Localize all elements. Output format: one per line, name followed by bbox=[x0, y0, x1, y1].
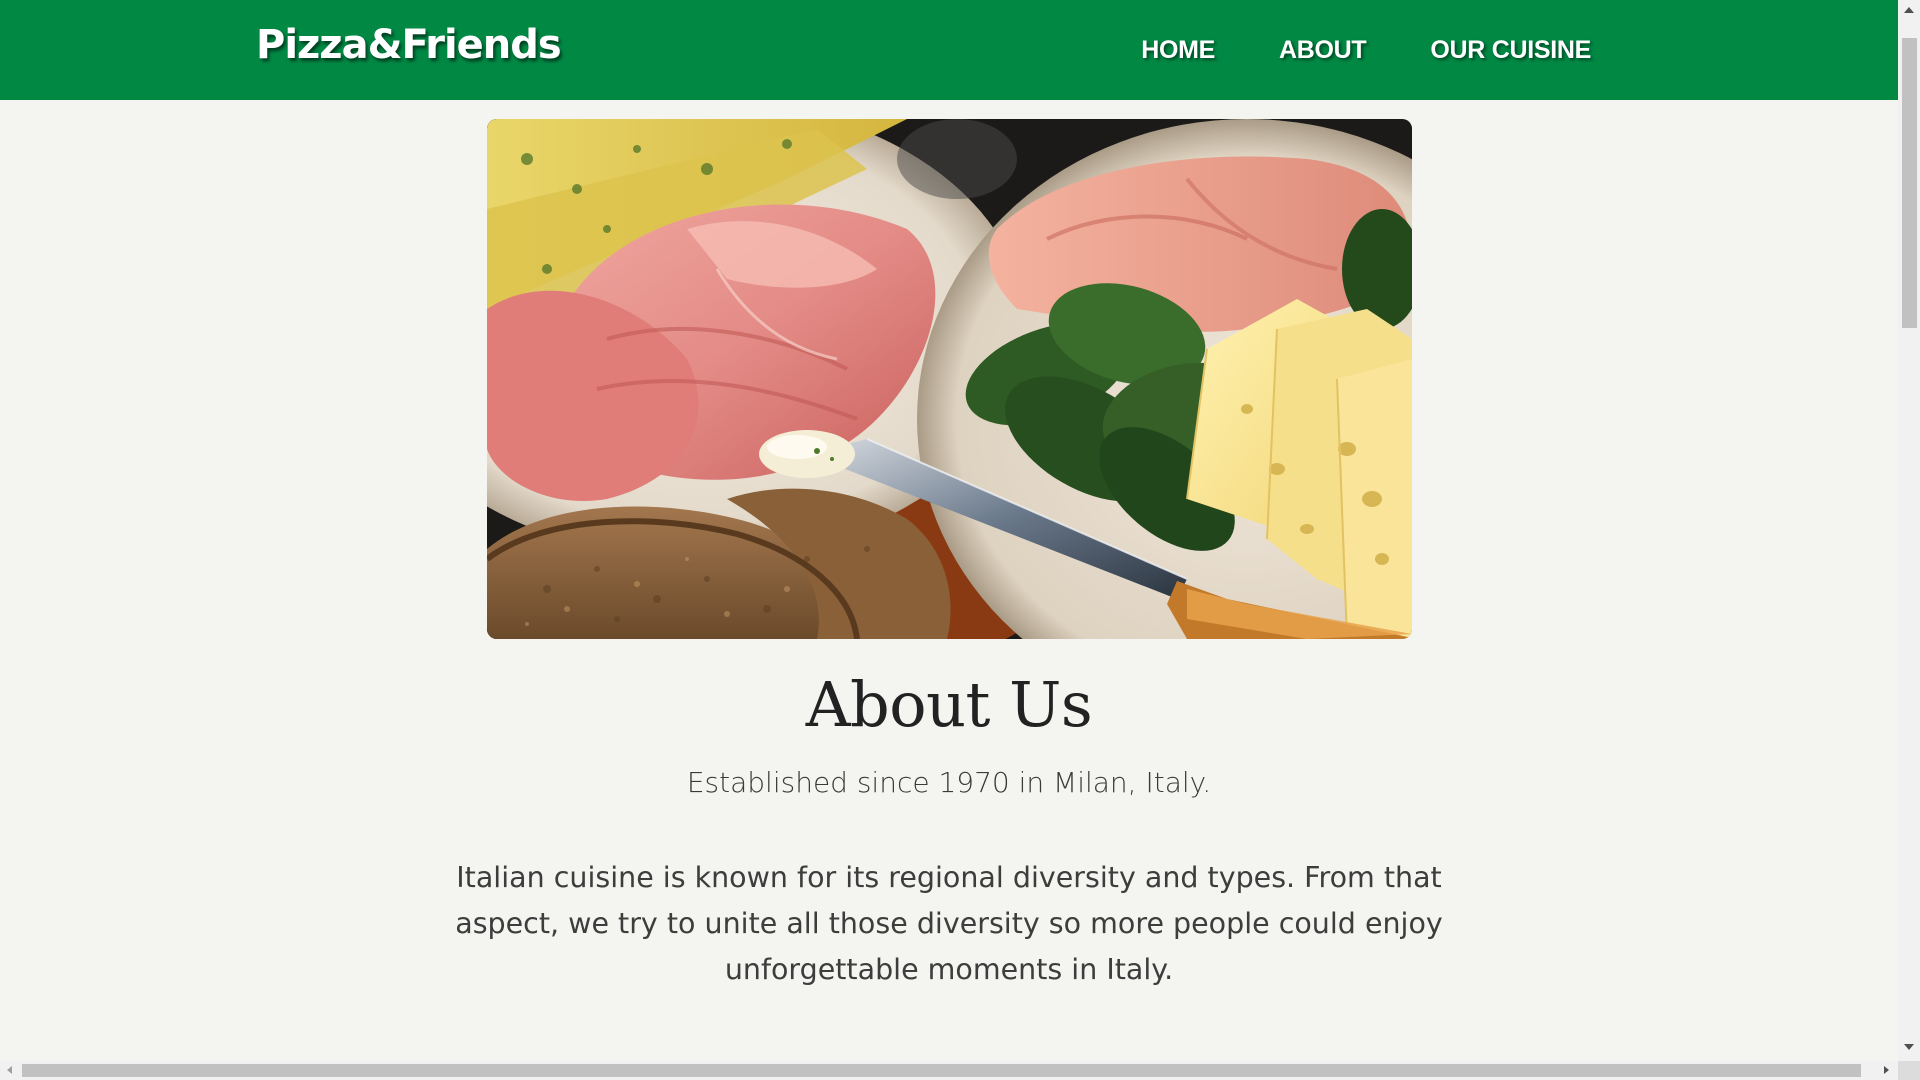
vertical-scrollbar[interactable] bbox=[1898, 0, 1920, 1061]
established-subtitle: Established since 1970 in Milan, Italy. bbox=[686, 766, 1212, 799]
page-title: About Us bbox=[805, 668, 1093, 741]
nav-menu: HOME ABOUT OUR CUISINE bbox=[1141, 36, 1591, 65]
scroll-up-arrow-icon[interactable] bbox=[1904, 7, 1914, 13]
vertical-scrollbar-thumb[interactable] bbox=[1902, 38, 1917, 328]
navbar: Pizza&Friends HOME ABOUT OUR CUISINE bbox=[0, 0, 1898, 100]
horizontal-scrollbar[interactable] bbox=[0, 1061, 1898, 1080]
scroll-right-arrow-icon[interactable] bbox=[1884, 1066, 1889, 1074]
nav-link-home[interactable]: HOME bbox=[1141, 36, 1215, 65]
page-viewport: Pizza&Friends HOME ABOUT OUR CUISINE Abo… bbox=[0, 0, 1898, 1061]
scroll-down-arrow-icon[interactable] bbox=[1904, 1044, 1914, 1050]
scrollbar-corner bbox=[1898, 1061, 1920, 1080]
hero-image bbox=[487, 119, 1412, 639]
nav-link-our-cuisine[interactable]: OUR CUISINE bbox=[1430, 36, 1591, 65]
scroll-left-arrow-icon[interactable] bbox=[7, 1066, 12, 1074]
nav-link-about[interactable]: ABOUT bbox=[1279, 36, 1367, 65]
about-description: Italian cuisine is known for its regiona… bbox=[455, 861, 1443, 986]
cold-cuts-platter-icon bbox=[487, 119, 1412, 639]
horizontal-scrollbar-thumb[interactable] bbox=[22, 1064, 1861, 1077]
brand-logo[interactable]: Pizza&Friends bbox=[256, 22, 562, 68]
